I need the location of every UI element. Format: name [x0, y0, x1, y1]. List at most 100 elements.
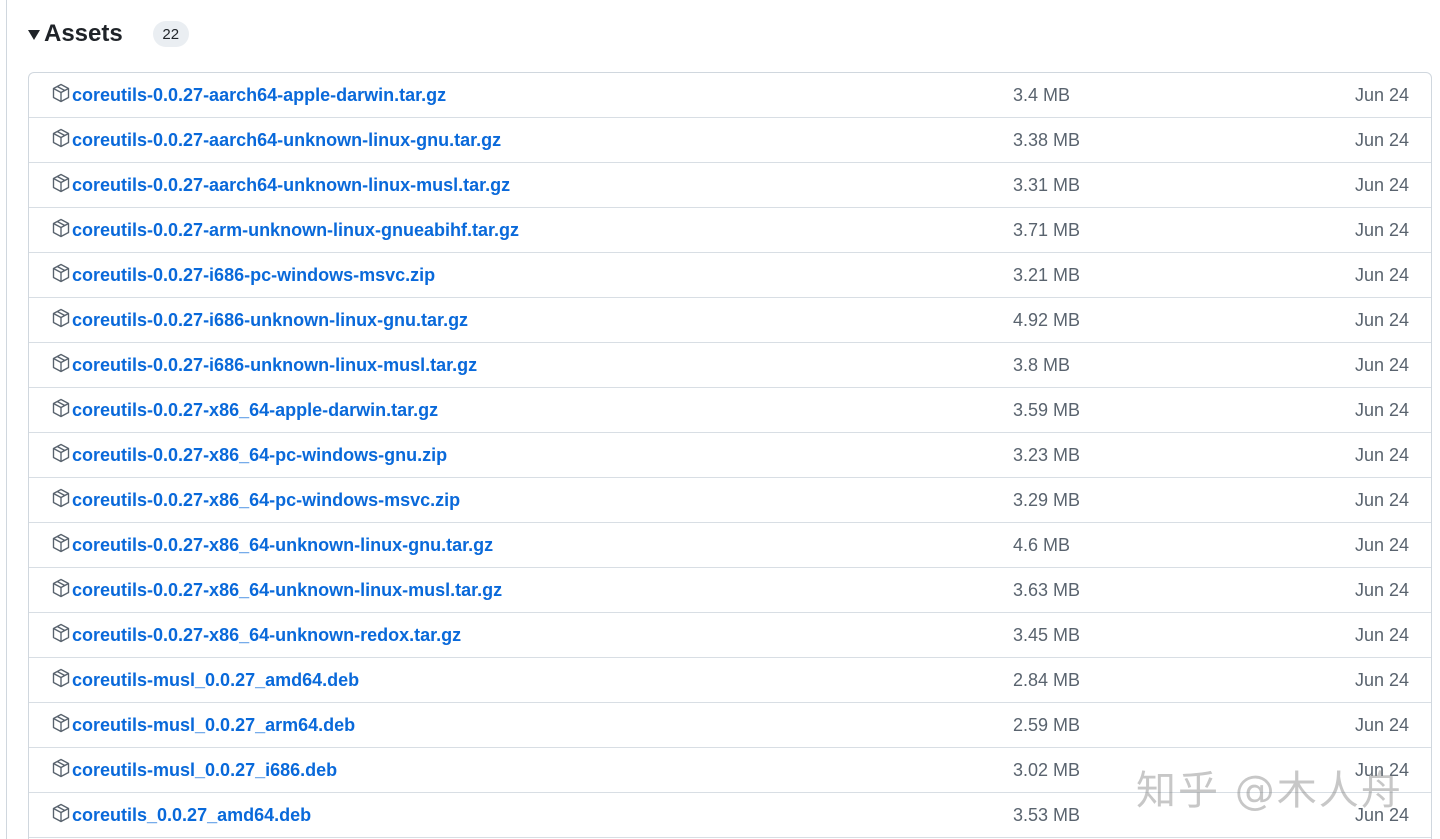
asset-size: 3.63 MB [1013, 580, 1081, 600]
asset-size: 3.45 MB [1013, 625, 1081, 645]
asset-size: 3.38 MB [1013, 130, 1081, 150]
package-icon [52, 173, 70, 192]
asset-name: coreutils-0.0.27-x86_64-apple-darwin.tar… [72, 400, 439, 420]
asset-name: coreutils-0.0.27-i686-unknown-linux-musl… [72, 355, 478, 375]
asset-download-link[interactable]: coreutils-0.0.27-aarch64-apple-darwin.ta… [51, 73, 446, 118]
asset-size: 3.4 MB [1013, 85, 1071, 105]
asset-date: Jun 24 [1354, 760, 1409, 780]
asset-download-link[interactable]: coreutils-0.0.27-x86_64-apple-darwin.tar… [51, 388, 438, 433]
asset-date: Jun 24 [1354, 670, 1409, 690]
asset-size: 3.31 MB [1013, 175, 1081, 195]
asset-download-link[interactable]: coreutils-0.0.27-i686-pc-windows-msvc.zi… [51, 253, 435, 298]
asset-row: coreutils-0.0.27-x86_64-pc-windows-msvc.… [29, 478, 1431, 523]
asset-date: Jun 24 [1354, 130, 1409, 150]
asset-size: 4.6 MB [1013, 535, 1071, 555]
asset-date: Jun 24 [1354, 400, 1409, 420]
asset-row: coreutils-0.0.27-x86_64-unknown-linux-mu… [29, 568, 1431, 613]
left-divider [6, 0, 7, 839]
package-icon [52, 398, 70, 417]
asset-row: coreutils-0.0.27-x86_64-pc-windows-gnu.z… [29, 433, 1431, 478]
asset-name: coreutils-0.0.27-aarch64-unknown-linux-m… [72, 175, 511, 195]
assets-toggle[interactable]: Assets 22 [28, 16, 189, 52]
asset-row: coreutils-0.0.27-aarch64-apple-darwin.ta… [29, 73, 1431, 118]
asset-name: coreutils_0.0.27_amd64.deb [72, 805, 312, 825]
package-icon [52, 623, 70, 642]
asset-row: coreutils-0.0.27-x86_64-unknown-linux-gn… [29, 523, 1431, 568]
package-icon [52, 218, 70, 237]
asset-row: coreutils-0.0.27-i686-pc-windows-msvc.zi… [29, 253, 1431, 298]
asset-row: coreutils-0.0.27-aarch64-unknown-linux-m… [29, 163, 1431, 208]
asset-name: coreutils-0.0.27-i686-pc-windows-msvc.zi… [72, 265, 436, 285]
package-icon [52, 713, 70, 732]
asset-download-link[interactable]: coreutils-musl_0.0.27_arm64.deb [51, 703, 355, 748]
package-icon [52, 128, 70, 147]
asset-size: 3.02 MB [1013, 760, 1081, 780]
asset-row: coreutils-0.0.27-x86_64-unknown-redox.ta… [29, 613, 1431, 658]
package-icon [52, 353, 70, 372]
asset-row: coreutils-musl_0.0.27_i686.deb 3.02 MB J… [29, 748, 1431, 793]
package-icon [52, 83, 70, 102]
asset-name: coreutils-0.0.27-aarch64-apple-darwin.ta… [72, 85, 447, 105]
package-icon [52, 668, 70, 687]
asset-date: Jun 24 [1354, 445, 1409, 465]
asset-download-link[interactable]: coreutils-0.0.27-i686-unknown-linux-gnu.… [51, 298, 468, 343]
asset-row: coreutils-0.0.27-aarch64-unknown-linux-g… [29, 118, 1431, 163]
assets-count-badge: 22 [152, 21, 189, 47]
package-icon [52, 488, 70, 507]
asset-name: coreutils-musl_0.0.27_amd64.deb [72, 670, 360, 690]
asset-name: coreutils-0.0.27-x86_64-unknown-linux-mu… [72, 580, 503, 600]
package-icon [52, 263, 70, 282]
asset-name: coreutils-0.0.27-aarch64-unknown-linux-g… [72, 130, 502, 150]
asset-size: 3.8 MB [1013, 355, 1071, 375]
package-icon [52, 758, 70, 777]
asset-date: Jun 24 [1354, 175, 1409, 195]
package-icon [52, 533, 70, 552]
asset-row: coreutils-0.0.27-i686-unknown-linux-musl… [29, 343, 1431, 388]
asset-row: coreutils-0.0.27-arm-unknown-linux-gnuea… [29, 208, 1431, 253]
asset-name: coreutils-musl_0.0.27_i686.deb [72, 760, 338, 780]
asset-size: 3.53 MB [1013, 805, 1081, 825]
asset-size: 2.59 MB [1013, 715, 1081, 735]
asset-date: Jun 24 [1354, 310, 1409, 330]
asset-name: coreutils-musl_0.0.27_arm64.deb [72, 715, 356, 735]
asset-date: Jun 24 [1354, 490, 1409, 510]
asset-row: coreutils-musl_0.0.27_arm64.deb 2.59 MB … [29, 703, 1431, 748]
asset-size: 3.29 MB [1013, 490, 1081, 510]
asset-download-link[interactable]: coreutils-musl_0.0.27_amd64.deb [51, 658, 359, 703]
asset-name: coreutils-0.0.27-x86_64-unknown-redox.ta… [72, 625, 462, 645]
asset-date: Jun 24 [1354, 805, 1409, 825]
package-icon [52, 578, 70, 597]
asset-name: coreutils-0.0.27-x86_64-pc-windows-msvc.… [72, 490, 461, 510]
asset-row: coreutils-0.0.27-x86_64-apple-darwin.tar… [29, 388, 1431, 433]
asset-download-link[interactable]: coreutils-0.0.27-x86_64-pc-windows-gnu.z… [51, 433, 447, 478]
asset-size: 3.71 MB [1013, 220, 1081, 240]
asset-download-link[interactable]: coreutils-0.0.27-x86_64-unknown-redox.ta… [51, 613, 461, 658]
asset-download-link[interactable]: coreutils-0.0.27-x86_64-unknown-linux-gn… [51, 523, 493, 568]
asset-date: Jun 24 [1354, 220, 1409, 240]
asset-name: coreutils-0.0.27-x86_64-pc-windows-gnu.z… [72, 445, 448, 465]
asset-row: coreutils-musl_0.0.27_amd64.deb 2.84 MB … [29, 658, 1431, 703]
asset-size: 3.21 MB [1013, 265, 1081, 285]
package-icon [52, 308, 70, 327]
asset-name: coreutils-0.0.27-i686-unknown-linux-gnu.… [72, 310, 469, 330]
asset-download-link[interactable]: coreutils-0.0.27-aarch64-unknown-linux-g… [51, 118, 501, 163]
asset-download-link[interactable]: coreutils-0.0.27-aarch64-unknown-linux-m… [51, 163, 510, 208]
asset-download-link[interactable]: coreutils-0.0.27-x86_64-unknown-linux-mu… [51, 568, 502, 613]
asset-date: Jun 24 [1354, 535, 1409, 555]
asset-row: coreutils-0.0.27-i686-unknown-linux-gnu.… [29, 298, 1431, 343]
package-icon [52, 803, 70, 822]
asset-date: Jun 24 [1354, 355, 1409, 375]
asset-download-link[interactable]: coreutils-0.0.27-x86_64-pc-windows-msvc.… [51, 478, 460, 523]
asset-date: Jun 24 [1354, 715, 1409, 735]
asset-download-link[interactable]: coreutils_0.0.27_amd64.deb [51, 793, 311, 838]
asset-name: coreutils-0.0.27-x86_64-unknown-linux-gn… [72, 535, 494, 555]
asset-date: Jun 24 [1354, 580, 1409, 600]
release-assets-page: Assets 22 coreutils-0.0.27-aarch64-apple… [0, 0, 1440, 839]
asset-download-link[interactable]: coreutils-0.0.27-i686-unknown-linux-musl… [51, 343, 477, 388]
asset-download-link[interactable]: coreutils-musl_0.0.27_i686.deb [51, 748, 337, 793]
asset-download-link[interactable]: coreutils-0.0.27-arm-unknown-linux-gnuea… [51, 208, 519, 253]
assets-title: Assets [44, 20, 123, 47]
asset-size: 3.59 MB [1013, 400, 1081, 420]
asset-size: 2.84 MB [1013, 670, 1081, 690]
asset-size: 3.23 MB [1013, 445, 1081, 465]
